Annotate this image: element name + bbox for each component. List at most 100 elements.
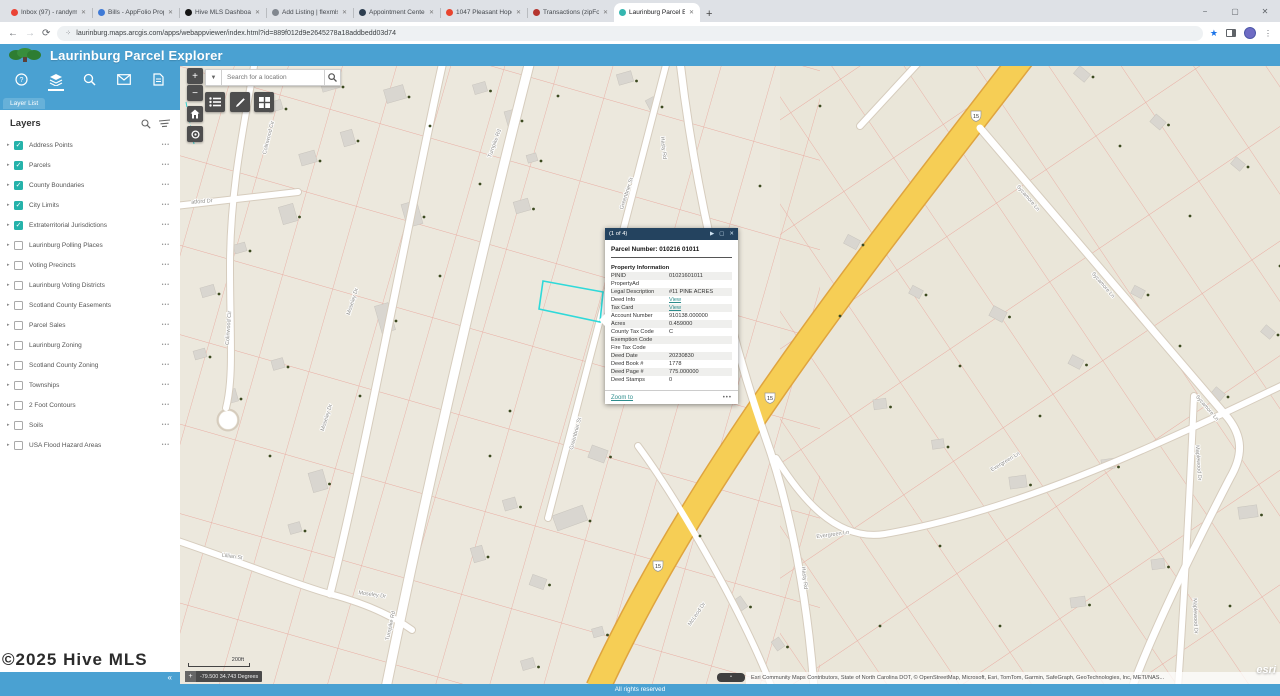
- layer-search-icon[interactable]: [141, 119, 151, 129]
- expand-arrow-icon[interactable]: ▸: [7, 322, 14, 328]
- locate-button[interactable]: [187, 126, 203, 142]
- layer-menu-icon[interactable]: •••: [162, 442, 170, 448]
- layer-checkbox[interactable]: ✓: [14, 161, 23, 170]
- bookmark-star-icon[interactable]: ★: [1210, 28, 1218, 39]
- side-panel-icon[interactable]: [1226, 29, 1236, 37]
- layer-checkbox[interactable]: [14, 341, 23, 350]
- layer-checkbox[interactable]: [14, 261, 23, 270]
- layer-checkbox[interactable]: ✓: [14, 221, 23, 230]
- zoom-to-link[interactable]: Zoom to: [611, 395, 723, 401]
- expand-arrow-icon[interactable]: ▸: [7, 442, 14, 448]
- layer-checkbox[interactable]: [14, 421, 23, 430]
- layer-menu-icon[interactable]: •••: [162, 322, 170, 328]
- browser-menu-icon[interactable]: ⋮: [1264, 29, 1272, 38]
- browser-tab[interactable]: Appointment Center - Staff - S...✕: [354, 3, 440, 22]
- layer-menu-icon[interactable]: •••: [162, 182, 170, 188]
- expand-arrow-icon[interactable]: ▸: [7, 402, 14, 408]
- new-tab-button[interactable]: +: [706, 8, 712, 20]
- zoom-out-button[interactable]: −: [187, 85, 203, 101]
- expand-arrow-icon[interactable]: ▸: [7, 222, 14, 228]
- expand-arrow-icon[interactable]: ▸: [7, 142, 14, 148]
- expand-arrow-icon[interactable]: ▸: [7, 182, 14, 188]
- layer-menu-icon[interactable]: •••: [162, 362, 170, 368]
- layer-menu-icon[interactable]: •••: [162, 262, 170, 268]
- attribution-toggle[interactable]: •: [717, 673, 745, 682]
- expand-arrow-icon[interactable]: ▸: [7, 362, 14, 368]
- close-icon[interactable]: ✕: [1250, 0, 1280, 22]
- tab-close-icon[interactable]: ✕: [428, 8, 435, 17]
- expand-arrow-icon[interactable]: ▸: [7, 302, 14, 308]
- layer-checkbox[interactable]: ✓: [14, 201, 23, 210]
- zoom-in-button[interactable]: +: [187, 68, 203, 84]
- browser-tab[interactable]: Add Listing | flexmls Web✕: [267, 3, 353, 22]
- tab-close-icon[interactable]: ✕: [688, 8, 695, 17]
- map-canvas[interactable]: atford DrColinwood CirColinwood CirMosel…: [180, 66, 1280, 684]
- sidebar-collapse-button[interactable]: «: [0, 672, 180, 684]
- browser-tab[interactable]: Laurinburg Parcel Explorer✕: [614, 3, 700, 22]
- layer-menu-icon[interactable]: •••: [162, 242, 170, 248]
- maximize-icon[interactable]: ▢: [1220, 0, 1250, 22]
- search-source-dropdown[interactable]: ▼: [205, 69, 222, 86]
- layer-checkbox[interactable]: [14, 381, 23, 390]
- layer-checkbox[interactable]: [14, 321, 23, 330]
- forward-icon[interactable]: →: [25, 28, 35, 39]
- layer-checkbox[interactable]: [14, 361, 23, 370]
- field-value-link[interactable]: View: [669, 297, 732, 303]
- tab-close-icon[interactable]: ✕: [254, 8, 261, 17]
- tab-close-icon[interactable]: ✕: [515, 8, 522, 17]
- browser-tab[interactable]: Hive MLS Dashboard✕: [180, 3, 266, 22]
- popup-close-icon[interactable]: ✕: [729, 231, 734, 237]
- search-input[interactable]: [222, 69, 325, 86]
- field-value-link[interactable]: View: [669, 305, 732, 311]
- layer-menu-icon[interactable]: •••: [162, 162, 170, 168]
- browser-tab[interactable]: Bills - AppFolio Property Mana...✕: [93, 3, 179, 22]
- layer-menu-icon[interactable]: •••: [162, 422, 170, 428]
- expand-arrow-icon[interactable]: ▸: [7, 202, 14, 208]
- site-info-icon[interactable]: ⁘: [65, 29, 71, 37]
- layer-menu-icon[interactable]: •••: [162, 222, 170, 228]
- home-button[interactable]: [187, 106, 203, 122]
- tab-close-icon[interactable]: ✕: [167, 8, 174, 17]
- layer-list-panel-tab[interactable]: Layer List: [3, 98, 45, 110]
- tab-close-icon[interactable]: ✕: [602, 8, 609, 17]
- expand-arrow-icon[interactable]: ▸: [7, 262, 14, 268]
- expand-arrow-icon[interactable]: ▸: [7, 282, 14, 288]
- layer-checkbox[interactable]: [14, 301, 23, 310]
- layer-checkbox[interactable]: ✓: [14, 141, 23, 150]
- expand-arrow-icon[interactable]: ▸: [7, 342, 14, 348]
- layer-checkbox[interactable]: [14, 401, 23, 410]
- layer-filter-icon[interactable]: [159, 119, 170, 128]
- browser-tab[interactable]: Inbox (97) - randymccalljr@gm...✕: [6, 3, 92, 22]
- measure-icon[interactable]: [113, 68, 135, 90]
- basemap-gallery-button[interactable]: [254, 92, 274, 112]
- report-icon[interactable]: [148, 68, 170, 90]
- layer-menu-icon[interactable]: •••: [162, 202, 170, 208]
- tab-close-icon[interactable]: ✕: [80, 8, 87, 17]
- back-icon[interactable]: ←: [8, 28, 18, 39]
- layer-menu-icon[interactable]: •••: [162, 382, 170, 388]
- layer-menu-icon[interactable]: •••: [162, 402, 170, 408]
- expand-arrow-icon[interactable]: ▸: [7, 422, 14, 428]
- layer-menu-icon[interactable]: •••: [162, 302, 170, 308]
- popup-more-icon[interactable]: •••: [723, 395, 732, 401]
- reload-icon[interactable]: ⟳: [42, 28, 50, 39]
- popup-next-icon[interactable]: ▶: [710, 231, 714, 237]
- expand-arrow-icon[interactable]: ▸: [7, 382, 14, 388]
- legend-button[interactable]: [205, 92, 225, 112]
- crosshair-icon[interactable]: +: [185, 671, 196, 682]
- browser-tab[interactable]: Transactions (zipForm Edition)...✕: [528, 3, 614, 22]
- layer-checkbox[interactable]: [14, 281, 23, 290]
- layer-checkbox[interactable]: ✓: [14, 181, 23, 190]
- layer-checkbox[interactable]: [14, 241, 23, 250]
- minimize-icon[interactable]: −: [1190, 0, 1220, 22]
- search-go-icon[interactable]: [325, 69, 341, 86]
- layer-list-icon[interactable]: [45, 68, 67, 90]
- address-bar[interactable]: ⁘ laurinburg.maps.arcgis.com/apps/webapp…: [57, 26, 1203, 41]
- layer-menu-icon[interactable]: •••: [162, 142, 170, 148]
- popup-maximize-icon[interactable]: ▢: [719, 231, 724, 237]
- profile-avatar[interactable]: [1244, 27, 1256, 39]
- search-widget-icon[interactable]: [79, 68, 101, 90]
- help-icon[interactable]: ?: [10, 68, 32, 90]
- tab-close-icon[interactable]: ✕: [341, 8, 348, 17]
- expand-arrow-icon[interactable]: ▸: [7, 162, 14, 168]
